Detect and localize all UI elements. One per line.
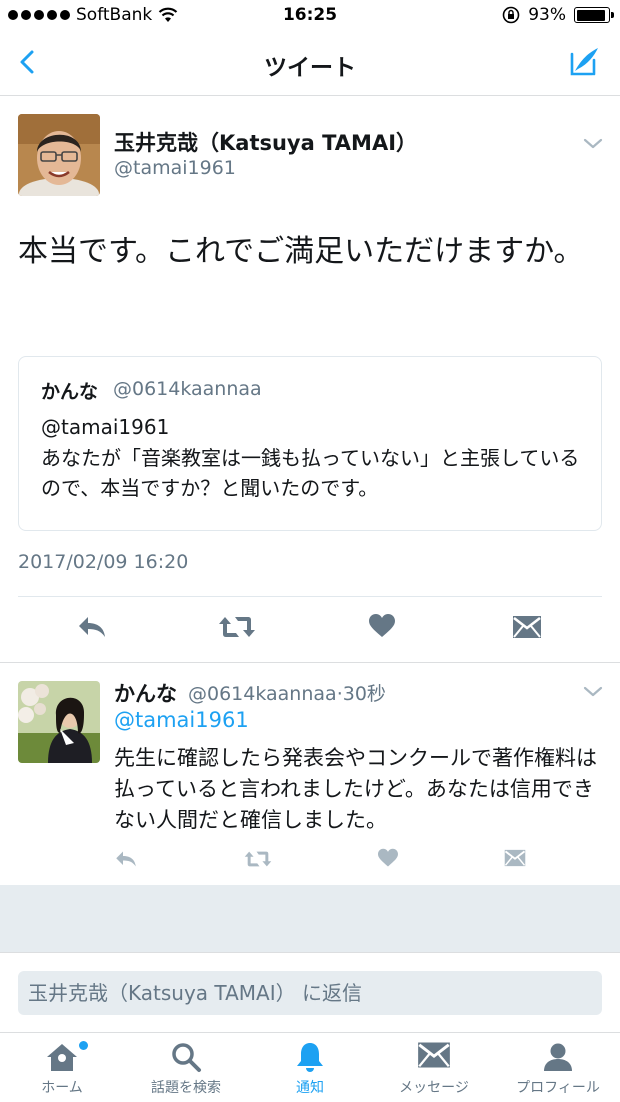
author-handle[interactable]: @0614kaannaa xyxy=(188,683,337,705)
tab-label: 話題を検索 xyxy=(151,1080,221,1096)
author-photo xyxy=(18,114,100,196)
battery-icon xyxy=(574,7,614,23)
like-heart-icon[interactable] xyxy=(377,848,399,868)
reply-icon[interactable] xyxy=(114,849,138,869)
profile-icon xyxy=(544,1043,572,1071)
status-right-group: 93% xyxy=(502,5,614,25)
tweet-text: 本当です。これでご満足いただけますか。 xyxy=(18,234,584,269)
chevron-down-icon[interactable] xyxy=(582,137,604,151)
main-tweet: 玉井克哉（Katsuya TAMAI） @tamai1961 本当です。これでご… xyxy=(0,97,620,662)
quoted-mention: @tamai1961 xyxy=(41,415,170,439)
retweet-icon[interactable] xyxy=(244,849,272,869)
avatar[interactable] xyxy=(18,114,100,196)
quoted-author-handle: @0614kaannaa xyxy=(113,378,262,400)
rotation-lock-icon xyxy=(502,6,520,24)
tab-messages[interactable]: メッセージ xyxy=(372,1033,496,1102)
search-icon xyxy=(172,1043,201,1072)
tab-home[interactable]: ホーム xyxy=(0,1033,124,1102)
chevron-down-icon[interactable] xyxy=(582,685,604,699)
battery-fill xyxy=(576,9,606,21)
tweet-text: 先生に確認したら発表会やコンクールで著作権料は払っていると言われましたけど。あな… xyxy=(114,746,597,832)
quoted-author-name: かんな xyxy=(41,381,99,403)
new-activity-dot xyxy=(79,1041,88,1050)
mention-link[interactable]: @tamai1961 xyxy=(114,708,249,732)
direct-message-icon[interactable] xyxy=(512,615,542,639)
reply-icon[interactable] xyxy=(76,614,108,640)
tab-notifications[interactable]: 通知 xyxy=(248,1033,372,1102)
tab-label: プロフィール xyxy=(516,1080,600,1096)
tweet-timestamp: 2017/02/09 16:20 xyxy=(18,551,189,573)
reply-input[interactable]: 玉井克哉（Katsuya TAMAI） に返信 xyxy=(18,971,602,1015)
page-title: ツイート xyxy=(264,55,356,81)
divider xyxy=(18,596,602,597)
envelope-icon xyxy=(418,1042,450,1068)
author-name[interactable]: かんな xyxy=(114,678,177,708)
home-icon xyxy=(47,1044,77,1071)
tab-label: ホーム xyxy=(41,1080,83,1096)
author-photo xyxy=(18,681,100,763)
like-heart-icon[interactable] xyxy=(369,614,395,637)
author-handle-and-time: @0614kaannaa·30秒 xyxy=(188,679,386,706)
author-name[interactable]: 玉井克哉（Katsuya TAMAI） xyxy=(114,127,417,157)
tab-label: 通知 xyxy=(296,1080,324,1096)
battery-percent: 93% xyxy=(528,5,566,25)
time-ago: 30秒 xyxy=(342,683,386,705)
tab-profile[interactable]: プロフィール xyxy=(496,1033,620,1102)
tab-bar: ホーム 話題を検索 通知 メッセージ プロフィール xyxy=(0,1032,620,1102)
avatar[interactable] xyxy=(18,681,100,763)
quoted-tweet[interactable]: かんな @0614kaannaa @tamai1961 あなたが「音楽教室は一銭… xyxy=(18,356,602,531)
empty-timeline-area xyxy=(0,885,620,952)
quoted-text: あなたが「音楽教室は一銭も払っていない」と主張しているので、本当ですか？と聞いた… xyxy=(41,446,580,500)
compose-tweet-icon[interactable] xyxy=(566,44,602,80)
bell-icon xyxy=(297,1043,323,1072)
navigation-bar: ツイート xyxy=(0,32,620,96)
status-bar: SoftBank 16:25 93% xyxy=(0,0,620,32)
reply-tweet[interactable]: かんな @0614kaannaa·30秒 @tamai1961 先生に確認したら… xyxy=(0,663,620,885)
retweet-icon[interactable] xyxy=(218,614,256,640)
direct-message-icon[interactable] xyxy=(504,849,526,867)
reply-composer: 玉井克哉（Katsuya TAMAI） に返信 xyxy=(0,952,620,1032)
tab-search[interactable]: 話題を検索 xyxy=(124,1033,248,1102)
author-handle[interactable]: @tamai1961 xyxy=(114,157,236,179)
tab-label: メッセージ xyxy=(399,1080,469,1096)
